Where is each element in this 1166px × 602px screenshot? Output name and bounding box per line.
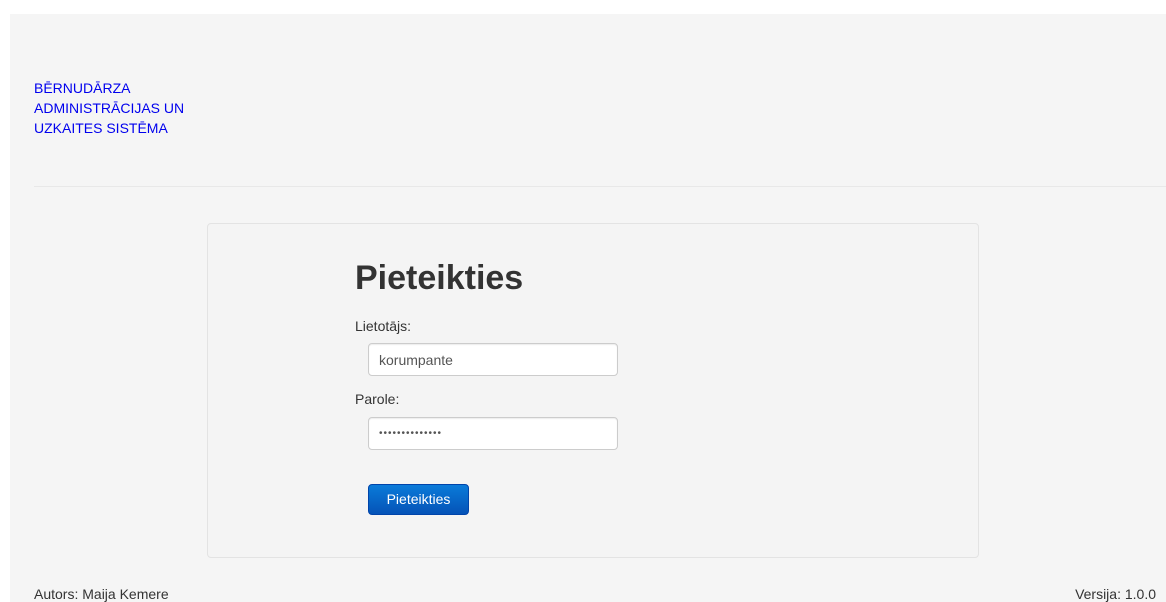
footer-version: Versija: 1.0.0 [1075,586,1156,602]
brand-line-2: ADMINISTRĀCIJAS UN [34,100,185,116]
footer-author: Autors: Maija Kemere [34,586,169,602]
password-label: Parole: [355,391,400,407]
username-input[interactable] [368,343,618,376]
login-submit-button[interactable]: Pieteikties [368,484,469,515]
password-input[interactable] [368,417,618,450]
page-background: BĒRNUDĀRZA ADMINISTRĀCIJAS UN UZKAITES S… [10,14,1166,602]
username-label: Lietotājs: [355,318,412,334]
login-form: Pieteikties Lietotājs: Parole: Pieteikti… [207,223,979,558]
login-title: Pieteikties [355,259,524,297]
header-divider [34,186,1166,187]
brand-line-1: BĒRNUDĀRZA [34,80,131,96]
brand-line-3: UZKAITES SISTĒMA [34,120,168,136]
brand-link[interactable]: BĒRNUDĀRZA ADMINISTRĀCIJAS UN UZKAITES S… [34,78,234,138]
